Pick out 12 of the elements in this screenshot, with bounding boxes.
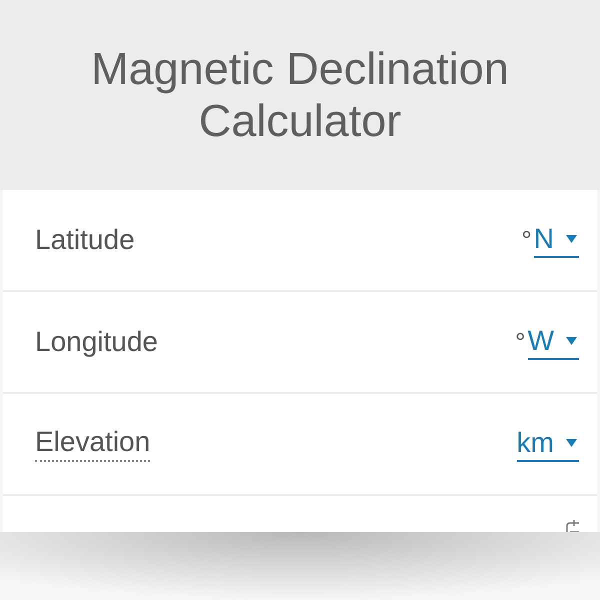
- unit-dropdown[interactable]: N: [534, 222, 579, 258]
- unit-dropdown[interactable]: km: [516, 426, 579, 462]
- field-label: Longitude: [35, 326, 158, 358]
- degree-symbol: °: [521, 224, 532, 256]
- unit-dropdown[interactable]: W: [528, 324, 579, 360]
- calculator-title: Magnetic Declination Calculator: [90, 43, 510, 147]
- degree-symbol: °: [515, 326, 526, 358]
- caret-icon: [566, 438, 577, 446]
- caret-icon: [566, 234, 577, 242]
- field-label: Latitude: [35, 224, 135, 256]
- caret-icon: [566, 336, 577, 344]
- field-label: Elevation: [35, 426, 150, 462]
